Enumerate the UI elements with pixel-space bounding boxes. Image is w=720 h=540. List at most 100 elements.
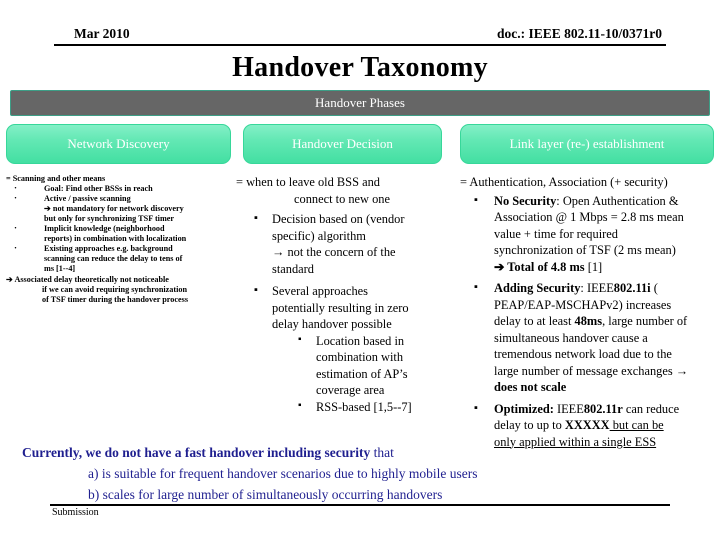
list-item-line: reports) in combination with localizatio…: [44, 234, 187, 243]
list-item-line: potentially resulting in zero: [272, 300, 409, 315]
list-item-line: value + time for required: [494, 226, 618, 241]
list-item: · Goal: Find other BSSs in reach: [4, 183, 232, 194]
footer-label: Submission: [52, 507, 99, 518]
decision-sub-list: ▪ Location based in combination with est…: [272, 333, 448, 416]
list-item-line: large number of message exchanges →: [494, 363, 689, 378]
column-lead: = when to leave old BSS and connect to n…: [236, 174, 448, 207]
list-item-line: estimation of AP’s: [316, 366, 408, 381]
list-item-adding-security: ▪ Adding Security: IEEE802.11i ( PEAP/EA…: [460, 280, 716, 396]
list-item-line: → not the concern of the: [272, 245, 396, 259]
column-lead-line: connect to new one: [294, 191, 390, 206]
discovery-conclusion-line: if we can avoid requiring synchronizatio…: [42, 285, 188, 294]
bullet-square-icon: ▪: [254, 284, 258, 296]
list-item: · Implicit knowledge (neighborhood repor…: [4, 223, 232, 244]
emphasis-standard-11i: 802.11i: [613, 281, 651, 295]
column-handover-decision: = when to leave old BSS and connect to n…: [236, 174, 448, 421]
column-lead-line: = when to leave old BSS and: [236, 175, 380, 189]
handover-phases-bar: Handover Phases: [10, 90, 710, 116]
conclusion-item-a: a) is suitable for frequent handover sce…: [88, 465, 478, 481]
bullet-dot-icon: ·: [14, 193, 18, 203]
bullet-square-icon: ▪: [474, 401, 478, 414]
bullet-dot-icon: ·: [14, 223, 18, 233]
list-item-line: PEAP/EAP-MSCHAPv2) increases: [494, 297, 672, 312]
list-item-line: Goal: Find other BSSs in reach: [44, 184, 153, 193]
list-item-line: Location based in: [316, 333, 405, 348]
bullet-square-icon: ▪: [474, 281, 478, 293]
list-item-line: : IEEE: [580, 281, 614, 295]
conclusion-item-b: b) scales for large number of simultaneo…: [88, 486, 443, 502]
list-item-line: combination with: [316, 350, 404, 364]
bullet-square-icon: ▪: [474, 193, 478, 206]
list-item: · Existing approaches e.g. background sc…: [4, 243, 232, 274]
list-item-line: Implicit knowledge (neighborhood: [44, 224, 165, 233]
conclusion-tail: that: [370, 445, 394, 460]
header-document-id: doc.: IEEE 802.11-10/0371r0: [496, 26, 662, 41]
list-item: ▪ Location based in combination with est…: [272, 333, 448, 399]
slide-footer: Submission: [50, 504, 670, 522]
list-item-line: ➔ not mandatory for network discovery: [44, 204, 184, 213]
link-layer-bullet-list: ▪ No Security: Open Authentication & Ass…: [460, 193, 716, 451]
reference-marker: [1]: [584, 259, 603, 274]
handover-phases-label: Handover Phases: [315, 95, 405, 110]
bullet-square-icon: ▪: [298, 399, 302, 411]
emphasis-48ms: 48ms: [574, 314, 603, 328]
list-item-line: Several approaches: [272, 284, 368, 298]
list-item-optimized: ▪ Optimized: IEEE802.11r can reduce dela…: [460, 401, 716, 451]
list-item-line: specific) algorithm: [272, 228, 366, 243]
discovery-conclusion-line: of TSF timer during the handover process: [42, 295, 189, 304]
emphasis-standard-11r: 802.11r: [583, 401, 623, 416]
emphasis-does-not-scale: does not scale: [494, 380, 567, 394]
emphasis-total-delay: ➔ Total of 4.8 ms: [494, 259, 585, 274]
list-item-line: Decision based on (vendor: [272, 212, 405, 226]
list-item-line: Active / passive scanning: [44, 194, 131, 203]
emphasis-adding-security: Adding Security: [494, 281, 581, 295]
list-item-line: scanning can reduce the delay to tens of: [44, 254, 183, 263]
list-item-line: ms [1--4]: [44, 264, 76, 273]
list-item-line: standard: [272, 261, 314, 276]
page-title: Handover Taxonomy: [232, 52, 488, 83]
list-item-line: can reduce: [622, 401, 680, 416]
list-item-line: simultaneous handover cause a: [494, 330, 648, 345]
emphasis-no-security: No Security: [494, 193, 557, 208]
list-item-line: synchronization of TSF (2 ms mean): [494, 243, 676, 257]
list-item-no-security: ▪ No Security: Open Authentication & Ass…: [460, 193, 716, 276]
placeholder-value: XXXXX: [564, 418, 610, 432]
bullet-dot-icon: ·: [14, 243, 18, 253]
phase-box-handover-decision[interactable]: Handover Decision: [243, 124, 442, 164]
list-item-line: , large number of: [602, 314, 688, 328]
conclusion-block: Currently, we do not have a fast handove…: [0, 444, 600, 505]
list-item-line: RSS-based [1,5--7]: [316, 399, 412, 414]
discovery-conclusion: ➔ Associated delay theoretically not not…: [6, 275, 232, 305]
list-item-line: IEEE: [553, 401, 584, 416]
list-item-line: delay to up to: [494, 418, 565, 432]
list-item-line: but only for synchronizing TSF timer: [44, 214, 175, 223]
column-network-discovery: = Scanning and other means · Goal: Find …: [4, 174, 232, 305]
column-lead: = Authentication, Association (+ securit…: [460, 175, 668, 189]
emphasis-optimized: Optimized:: [494, 401, 554, 416]
discovery-conclusion-lead: ➔ Associated delay theoretically not not…: [6, 275, 169, 284]
phase-box-link-layer-establishment[interactable]: Link layer (re-) establishment: [460, 124, 714, 164]
header-date: Mar 2010: [74, 26, 130, 41]
slide-header: Mar 2010 doc.: IEEE 802.11-10/0371r0: [54, 26, 666, 46]
conclusion-main-line: Currently, we do not have a fast handove…: [22, 444, 600, 463]
list-item: ▪ Several approaches potentially resulti…: [236, 283, 448, 415]
bullet-square-icon: ▪: [298, 333, 302, 345]
list-item: ▪ Decision based on (vendor specific) al…: [236, 211, 448, 277]
list-item: ▪ RSS-based [1,5--7]: [272, 399, 448, 416]
phase-box-label: Handover Decision: [292, 136, 393, 151]
phase-box-network-discovery[interactable]: Network Discovery: [6, 124, 231, 164]
list-item-line: Association @ 1 Mbps = 2.8 ms mean: [494, 210, 684, 224]
decision-bullet-list: ▪ Decision based on (vendor specific) al…: [236, 211, 448, 415]
list-item-line: delay to at least: [494, 314, 575, 328]
list-item: · Active / passive scanning ➔ not mandat…: [4, 193, 232, 224]
conclusion-emphasis: Currently, we do not have a fast handove…: [22, 445, 371, 460]
list-item-line: coverage area: [316, 383, 385, 397]
discovery-bullet-list: · Goal: Find other BSSs in reach · Activ…: [4, 183, 232, 274]
list-item-line: (: [650, 281, 658, 295]
list-item-line: : Open Authentication &: [556, 193, 679, 208]
underlined-text: but can be: [609, 418, 664, 432]
phase-box-label: Link layer (re-) establishment: [509, 136, 665, 151]
bullet-square-icon: ▪: [254, 212, 258, 224]
list-item-line: tremendous network load due to the: [494, 347, 672, 361]
list-item-line: delay handover possible: [272, 317, 392, 331]
